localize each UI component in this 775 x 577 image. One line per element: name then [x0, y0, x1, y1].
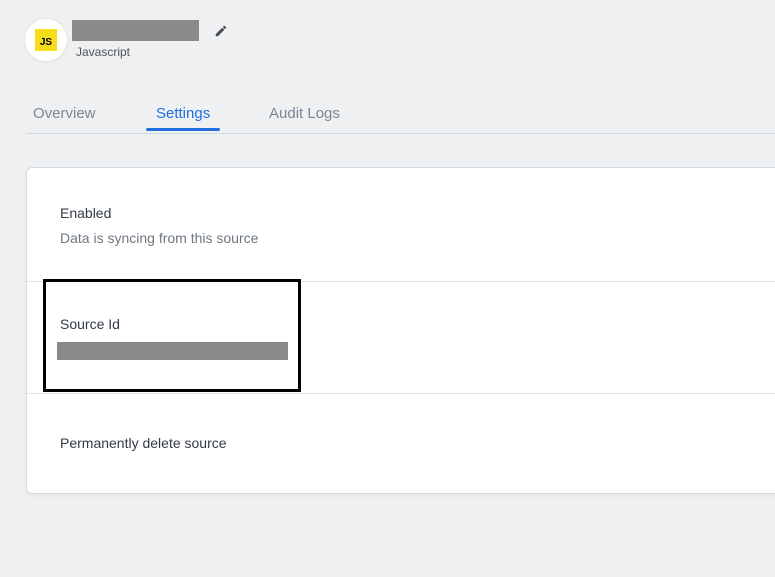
tabs-divider — [26, 133, 775, 134]
section-divider — [27, 393, 775, 394]
tab-audit-logs[interactable]: Audit Logs — [269, 105, 340, 122]
active-tab-indicator — [146, 128, 220, 131]
tab-settings[interactable]: Settings — [156, 105, 210, 122]
pencil-icon — [214, 24, 228, 38]
delete-source-section-title[interactable]: Permanently delete source — [60, 435, 227, 451]
enabled-section-title: Enabled — [60, 205, 112, 221]
source-name-redacted — [72, 20, 199, 41]
javascript-logo-icon: JS — [35, 29, 57, 51]
source-avatar: JS — [24, 18, 68, 62]
enabled-section-description: Data is syncing from this source — [60, 230, 259, 246]
source-id-highlight-box — [43, 279, 301, 392]
edit-source-name-button[interactable] — [212, 22, 230, 40]
tab-overview[interactable]: Overview — [33, 105, 96, 122]
source-type-label: Javascript — [76, 45, 131, 59]
source-settings-page: JS Javascript Overview Settings Audit Lo… — [0, 0, 775, 577]
